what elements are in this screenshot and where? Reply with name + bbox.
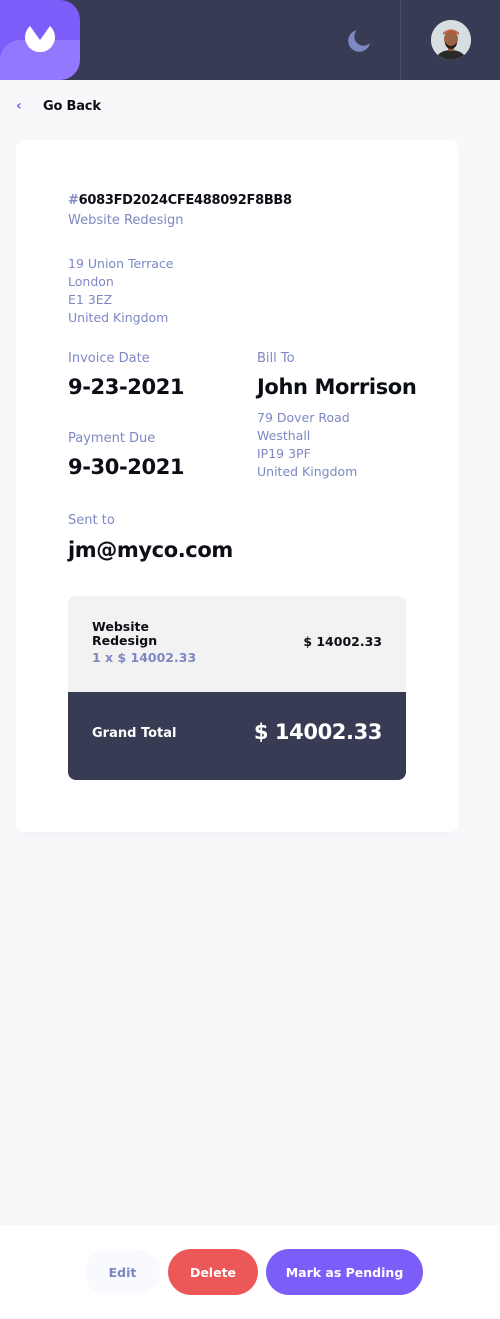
delete-button[interactable]: Delete (168, 1249, 258, 1295)
sender-street: 19 Union Terrace (68, 256, 174, 271)
client-name: John Morrison (257, 375, 417, 399)
payment-due-date: 9-30-2021 (68, 455, 185, 479)
invoice-items-table: Website Redesign 1 x $ 14002.33 $ 14002.… (68, 596, 406, 780)
moon-icon[interactable] (348, 28, 372, 52)
invoice-date: 9-23-2021 (68, 375, 185, 399)
invoice-description: Website Redesign (68, 213, 184, 228)
client-country: United Kingdom (257, 464, 358, 479)
grand-total-value: $ 14002.33 (253, 720, 383, 744)
sent-to-label: Sent to (68, 513, 115, 528)
action-footer: Edit Delete Mark as Pending (0, 1225, 500, 1319)
grand-total-label: Grand Total (92, 726, 177, 741)
sender-address: 19 Union Terrace London E1 3EZ United Ki… (68, 255, 173, 327)
client-street: 79 Dover Road (257, 410, 350, 425)
sender-post-code: E1 3EZ (68, 292, 113, 307)
client-address: 79 Dover Road Westhall IP19 3PF United K… (257, 409, 357, 481)
invoice-id-hash: # (68, 193, 79, 208)
invoice-id: #6083FD2024CFE488092F8BB8 (68, 193, 292, 208)
payment-due-label: Payment Due (68, 431, 156, 446)
chevron-left-icon: ‹ (16, 98, 22, 114)
client-post-code: IP19 3PF (257, 446, 311, 461)
mark-as-pending-button[interactable]: Mark as Pending (266, 1249, 423, 1295)
client-email: jm@myco.com (68, 538, 233, 562)
go-back-link[interactable]: ‹ Go Back (16, 96, 101, 116)
sender-country: United Kingdom (68, 310, 169, 325)
grand-total-row: Grand Total $ 14002.33 (68, 692, 406, 780)
item-quantity-price: 1 x $ 14002.33 (92, 650, 197, 665)
go-back-label: Go Back (43, 98, 101, 114)
app-logo-icon (25, 26, 55, 53)
invoice-id-value: 6083FD2024CFE488092F8BB8 (78, 193, 293, 208)
top-navbar (0, 0, 500, 80)
client-city: Westhall (257, 428, 311, 443)
item-name: Website Redesign (92, 619, 158, 648)
app-logo[interactable] (0, 0, 80, 80)
edit-button[interactable]: Edit (85, 1249, 160, 1295)
user-avatar[interactable] (431, 20, 471, 60)
item-total: $ 14002.33 (303, 634, 382, 649)
invoice-date-label: Invoice Date (68, 351, 150, 366)
sender-city: London (68, 274, 114, 289)
header-divider (400, 0, 401, 80)
item-row: Website Redesign 1 x $ 14002.33 $ 14002.… (68, 596, 406, 692)
avatar-image (431, 20, 471, 60)
bill-to-label: Bill To (257, 351, 295, 366)
invoice-card: #6083FD2024CFE488092F8BB8 Website Redesi… (16, 140, 458, 832)
